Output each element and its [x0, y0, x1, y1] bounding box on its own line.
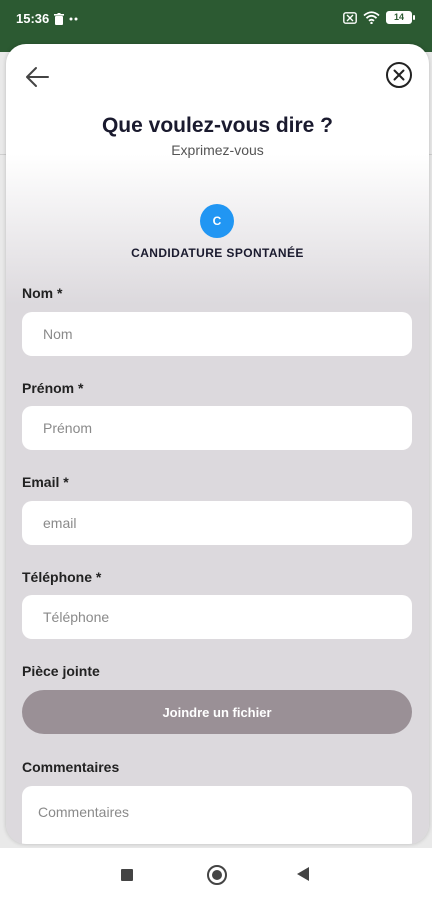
nom-input[interactable] — [22, 312, 412, 356]
sim-off-icon — [343, 11, 357, 24]
category-avatar: C — [200, 204, 234, 238]
telephone-input[interactable] — [22, 595, 412, 639]
page-title: Que voulez-vous dire ? — [101, 114, 334, 137]
telephone-label: Téléphone * — [22, 569, 102, 585]
status-right: 14 — [343, 11, 415, 24]
more-dots-icon — [69, 17, 78, 20]
commentaires-label: Commentaires — [22, 759, 120, 775]
category-label: CANDIDATURE SPONTANÉE — [131, 246, 304, 260]
close-circle-icon[interactable] — [385, 61, 413, 89]
piece-jointe-label: Pièce jointe — [22, 663, 100, 679]
email-input[interactable] — [22, 501, 412, 545]
email-label: Email * — [22, 474, 69, 490]
trash-icon — [54, 12, 65, 25]
category-avatar-letter: C — [212, 214, 222, 228]
home-circle-icon[interactable] — [207, 865, 227, 885]
back-button[interactable] — [22, 62, 52, 92]
recents-square-icon[interactable] — [121, 869, 133, 881]
prenom-label: Prénom * — [22, 380, 84, 396]
nom-label: Nom * — [22, 285, 63, 301]
commentaires-input[interactable] — [22, 786, 412, 844]
back-triangle-icon[interactable] — [297, 867, 309, 881]
battery-icon: 14 — [386, 11, 415, 24]
bottom-sheet: Que voulez-vous dire ? Exprimez-vous C C… — [6, 44, 429, 844]
battery-level: 14 — [393, 12, 404, 22]
status-left: 15:36 — [16, 11, 81, 26]
status-time: 15:36 — [16, 11, 50, 26]
status-bar: 15:36 14 — [0, 0, 432, 38]
wifi-icon — [363, 11, 380, 24]
system-nav-bar — [0, 848, 432, 900]
prenom-input[interactable] — [22, 406, 412, 450]
attach-file-button[interactable]: Joindre un fichier — [22, 690, 412, 734]
arrow-left-icon — [26, 67, 49, 87]
page-subtitle: Exprimez-vous — [171, 142, 264, 158]
